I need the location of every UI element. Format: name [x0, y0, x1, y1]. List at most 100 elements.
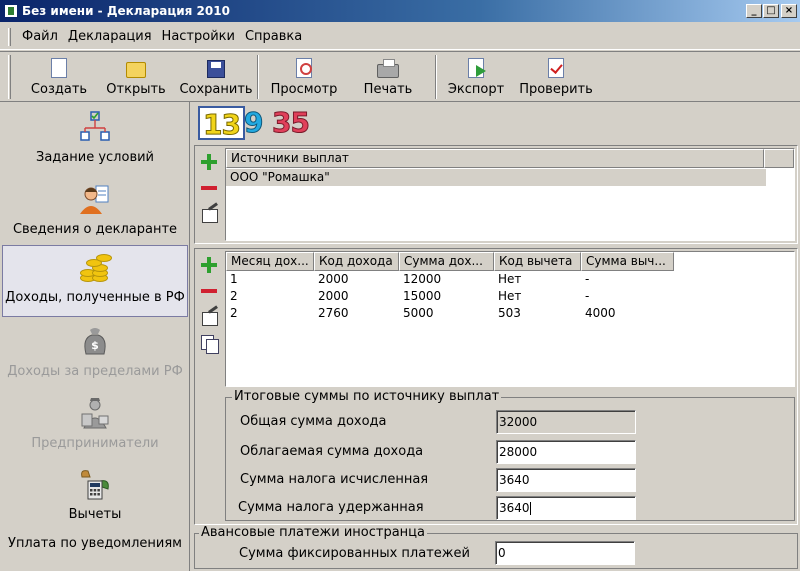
income-code-cell: 2760	[318, 306, 349, 320]
edit-source-icon[interactable]	[199, 204, 219, 224]
deduction-code-cell: Нет	[498, 272, 522, 286]
table-row[interactable]: 2 2000 15000 Нет -	[226, 288, 794, 305]
new-document-icon	[51, 58, 67, 78]
tab-rate-13[interactable]: 13	[198, 106, 245, 142]
remove-income-icon[interactable]	[199, 281, 219, 301]
add-source-icon[interactable]	[199, 152, 219, 172]
save-button[interactable]: Сохранить	[175, 52, 257, 101]
create-button[interactable]: Создать	[21, 52, 97, 101]
app-icon	[4, 4, 18, 18]
sidebar-item-label: Доходы за пределами РФ	[7, 364, 183, 379]
save-label: Сохранить	[179, 82, 253, 97]
menu-help[interactable]: Справка	[240, 29, 307, 44]
column-header-filler	[764, 149, 794, 168]
remove-source-icon[interactable]	[199, 178, 219, 198]
source-name-cell: ООО "Ромашка"	[230, 170, 330, 184]
income-code-cell: 2000	[318, 272, 349, 286]
sources-grid[interactable]: Источники выплат ООО "Ромашка"	[225, 148, 795, 241]
column-header-income-sum[interactable]: Сумма дох...	[399, 252, 494, 271]
menu-declaration[interactable]: Декларация	[63, 29, 157, 44]
print-button[interactable]: Печать	[349, 52, 427, 101]
sidebar-item-label: Доходы, полученные в РФ	[5, 290, 185, 305]
table-row[interactable]: 1 2000 12000 Нет -	[226, 271, 794, 288]
sidebar-item-income-rf[interactable]: Доходы, полученные в РФ	[2, 245, 188, 317]
menu-bar: Файл Декларация Настройки Справка	[0, 24, 800, 50]
column-header[interactable]: Источники выплат	[226, 149, 765, 168]
income-tools	[195, 255, 223, 359]
export-button[interactable]: Экспорт	[437, 52, 515, 101]
deduction-sum-cell: -	[585, 289, 590, 303]
text-cursor	[529, 502, 531, 515]
menu-file[interactable]: Файл	[17, 29, 63, 44]
sidebar-item-declarant[interactable]: Сведения о декларанте	[2, 182, 188, 248]
window-controls: _ □ ×	[746, 4, 797, 18]
maximize-button[interactable]: □	[763, 4, 779, 18]
tax-withheld-value: 3640	[499, 501, 530, 515]
column-header-deduction-code[interactable]: Код вычета	[494, 252, 581, 271]
window-title: Без имени - Декларация 2010	[22, 4, 230, 18]
sources-tools	[195, 152, 223, 230]
tax-rate-tabs: 13 9 35	[192, 102, 800, 144]
foreigner-legend: Авансовые платежи иностранца	[199, 525, 427, 540]
fixed-payments-field[interactable]: 0	[495, 541, 635, 565]
sources-panel: Источники выплат ООО "Ромашка"	[194, 145, 798, 244]
total-income-label: Общая сумма дохода	[240, 414, 387, 429]
column-header-month[interactable]: Месяц дох...	[226, 252, 314, 271]
month-cell: 2	[230, 306, 238, 320]
preview-icon	[296, 58, 312, 78]
income-grid[interactable]: Месяц дох... Код дохода Сумма дох... Код…	[225, 251, 795, 387]
edit-income-icon[interactable]	[199, 307, 219, 327]
sidebar-item-notifications[interactable]: Уплата по уведомлениям	[2, 536, 188, 558]
sidebar-item-entrepreneurs[interactable]: Предприниматели	[2, 396, 188, 462]
tax-withheld-label: Сумма налога удержанная	[238, 500, 424, 515]
main-content: 13 9 35 Источники выплат ООО "Ромашка" М…	[192, 102, 800, 571]
deduction-code-cell: 503	[498, 306, 521, 320]
close-button[interactable]: ×	[781, 4, 797, 18]
copy-income-icon[interactable]	[199, 333, 219, 354]
table-row[interactable]: ООО "Ромашка"	[226, 169, 766, 186]
menu-settings[interactable]: Настройки	[157, 29, 240, 44]
sidebar-item-label: Предприниматели	[31, 436, 159, 451]
table-row[interactable]: 2 2760 5000 503 4000	[226, 305, 794, 322]
person-icon	[78, 182, 112, 216]
sidebar-item-conditions[interactable]: Задание условий	[2, 110, 188, 176]
printer-icon	[377, 59, 399, 78]
tab-rate-35[interactable]: 35	[272, 106, 311, 140]
income-code-cell: 2000	[318, 289, 349, 303]
tax-calculated-field[interactable]: 3640	[496, 468, 636, 492]
checkmark-icon	[548, 58, 564, 78]
income-sum-cell: 5000	[403, 306, 434, 320]
sidebar: Задание условий Сведения о декларанте До…	[0, 102, 190, 571]
totals-group: Итоговые суммы по источнику выплат Общая…	[225, 389, 795, 521]
sidebar-item-income-abroad[interactable]: $ Доходы за пределами РФ	[2, 324, 188, 390]
svg-text:$: $	[91, 339, 99, 352]
column-header-deduction-sum[interactable]: Сумма выч...	[581, 252, 674, 271]
tax-calculated-label: Сумма налога исчисленная	[240, 472, 429, 487]
sources-grid-header: Источники выплат	[226, 149, 794, 168]
calculator-icon	[78, 467, 112, 501]
preview-label: Просмотр	[270, 82, 338, 97]
taxable-income-field[interactable]: 28000	[496, 440, 636, 464]
column-header-income-code[interactable]: Код дохода	[314, 252, 399, 271]
entrepreneur-icon	[78, 396, 112, 430]
toolbar-grip	[8, 55, 11, 99]
tax-withheld-field[interactable]: 3640	[496, 496, 636, 520]
create-label: Создать	[30, 82, 88, 97]
tab-rate-9[interactable]: 9	[243, 106, 264, 140]
check-button[interactable]: Проверить	[515, 52, 597, 101]
open-folder-icon	[126, 62, 146, 78]
sidebar-item-deductions[interactable]: Вычеты	[2, 467, 188, 533]
add-income-icon[interactable]	[199, 255, 219, 275]
month-cell: 2	[230, 289, 238, 303]
floppy-disk-icon	[207, 60, 225, 78]
print-label: Печать	[363, 82, 413, 97]
total-income-field: 32000	[496, 410, 636, 434]
taxable-income-label: Облагаемая сумма дохода	[240, 444, 424, 459]
income-sum-cell: 12000	[403, 272, 442, 286]
minimize-button[interactable]: _	[746, 4, 762, 18]
open-label: Открыть	[106, 82, 166, 97]
open-button[interactable]: Открыть	[97, 52, 175, 101]
money-bag-icon: $	[78, 324, 112, 358]
coins-icon	[78, 254, 112, 284]
preview-button[interactable]: Просмотр	[259, 52, 349, 101]
